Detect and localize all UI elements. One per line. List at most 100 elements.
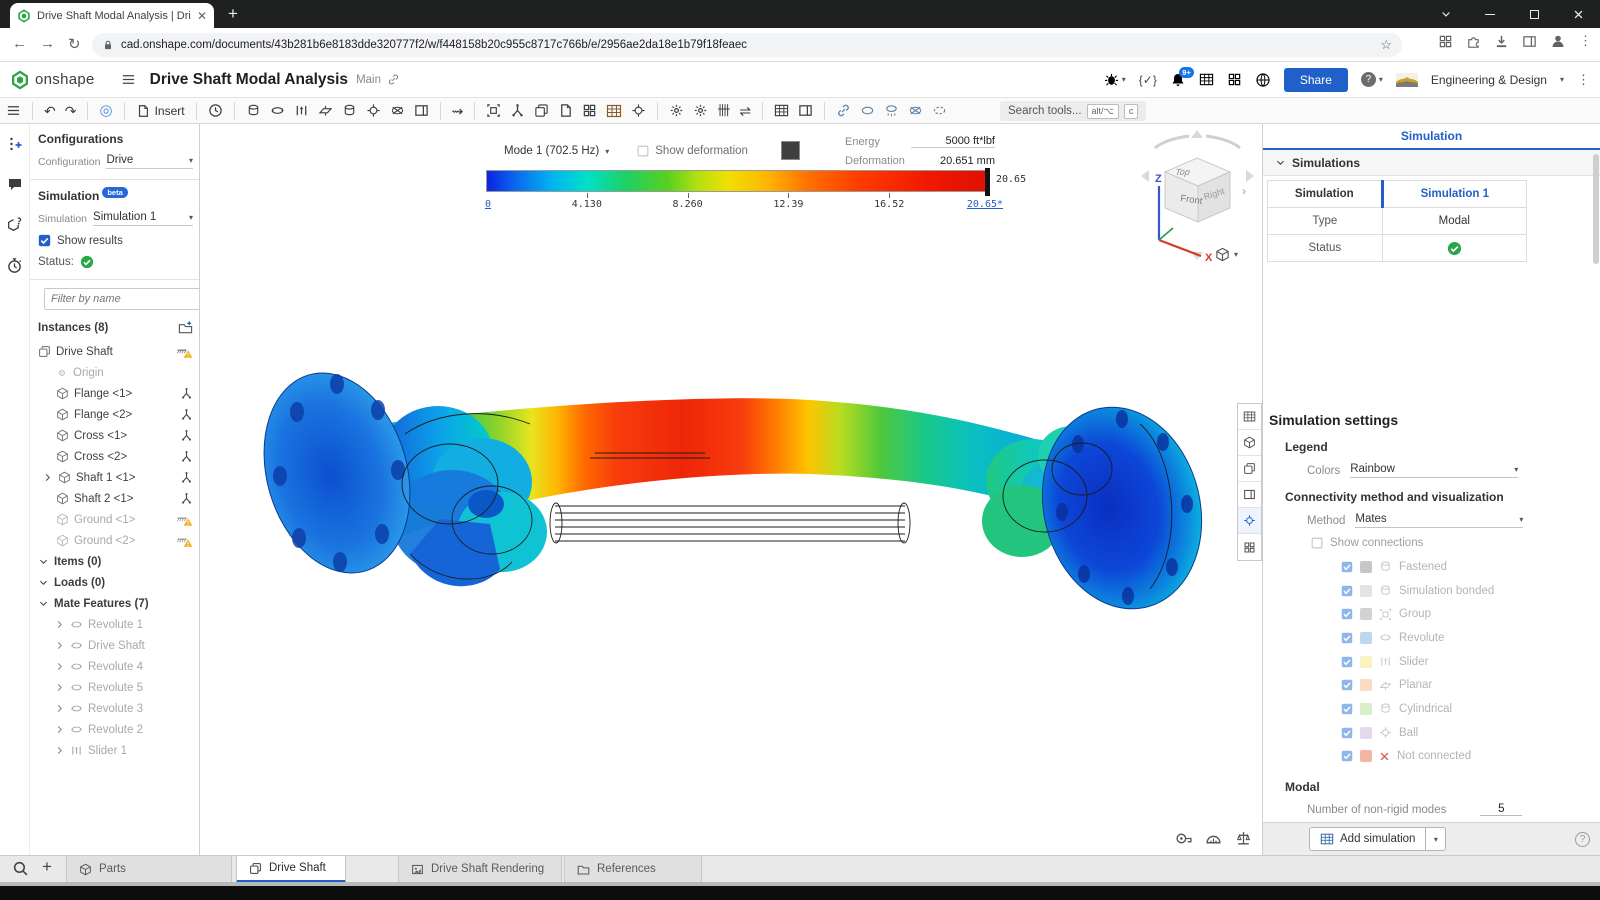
- pin-slot-mate-icon[interactable]: [390, 103, 405, 118]
- search-tabs-icon[interactable]: [12, 860, 29, 877]
- mate-row-revolute-3[interactable]: Revolute 3: [38, 698, 193, 719]
- connection-checkbox[interactable]: [1341, 703, 1353, 715]
- connection-checkbox[interactable]: [1341, 727, 1353, 739]
- parts-panel-icon[interactable]: [1238, 430, 1261, 456]
- maximize-button[interactable]: [1512, 0, 1556, 28]
- mass-properties-icon[interactable]: [1235, 830, 1252, 847]
- hamburger-menu-icon[interactable]: [121, 72, 136, 87]
- close-button[interactable]: [1556, 0, 1600, 28]
- mate-row-slider-1[interactable]: Slider 1: [38, 740, 193, 761]
- named-views-icon[interactable]: [774, 103, 789, 118]
- notifications-bell-icon[interactable]: 9+: [1170, 72, 1186, 88]
- forward-icon[interactable]: →: [40, 35, 55, 52]
- mate-connector-icon[interactable]: [510, 103, 525, 118]
- add-folder-icon[interactable]: [178, 320, 193, 335]
- mate-row-revolute-1[interactable]: Revolute 1: [38, 614, 193, 635]
- snap-mode-icon[interactable]: ⇝: [452, 104, 464, 118]
- configuration-dropdown[interactable]: Drive▾: [106, 154, 193, 169]
- help-menu[interactable]: ? ▾: [1361, 72, 1383, 87]
- connection-checkbox[interactable]: [1341, 608, 1353, 620]
- mate-tripod-icon[interactable]: [180, 450, 193, 463]
- belt-icon[interactable]: ⇌: [739, 104, 751, 118]
- mesh-panel-icon[interactable]: [1238, 534, 1261, 560]
- sim-pressure-icon[interactable]: [884, 103, 899, 118]
- deformation-value[interactable]: 20.651 mm: [911, 155, 995, 167]
- onshape-logo-icon[interactable]: [10, 70, 30, 90]
- tab-search-icon[interactable]: [1424, 0, 1468, 28]
- connection-checkbox[interactable]: [1341, 561, 1353, 573]
- side-panel-icon[interactable]: [1522, 34, 1537, 49]
- parallel-mate-icon[interactable]: [414, 103, 429, 118]
- mate-row-revolute-2[interactable]: Revolute 2: [38, 719, 193, 740]
- downloads-icon[interactable]: [1494, 34, 1509, 49]
- gear-feature-icon[interactable]: [669, 103, 684, 118]
- report-panel-icon[interactable]: [1238, 404, 1261, 430]
- show-deformation-checkbox[interactable]: [637, 145, 649, 157]
- view-options-dropdown[interactable]: ▾: [1215, 247, 1238, 262]
- expand-chevron-icon[interactable]: [54, 640, 65, 651]
- performance-timer-icon[interactable]: [6, 257, 23, 274]
- tree-row-shaft-1[interactable]: Shaft 1 <1>: [38, 467, 193, 488]
- assembly-pattern-icon[interactable]: [582, 103, 597, 118]
- version-check-icon[interactable]: {✓}: [1139, 73, 1157, 87]
- back-icon[interactable]: ←: [12, 35, 27, 52]
- fastened-mate-icon[interactable]: [246, 103, 261, 118]
- bom-table-icon[interactable]: [606, 103, 622, 119]
- tab-close-icon[interactable]: ✕: [197, 9, 207, 23]
- revolute-mate-icon[interactable]: [270, 103, 285, 118]
- mate-tripod-icon[interactable]: [180, 492, 193, 505]
- share-button[interactable]: Share: [1284, 68, 1348, 92]
- section-loads[interactable]: Loads (0): [38, 572, 193, 593]
- share-link-icon[interactable]: [387, 73, 400, 86]
- tree-row-assembly-root[interactable]: Drive Shaft: [38, 341, 193, 362]
- tab-drive-shaft[interactable]: Drive Shaft: [236, 856, 346, 883]
- cylindrical-mate-icon[interactable]: [342, 103, 357, 118]
- group-icon[interactable]: [486, 103, 501, 118]
- debug-menu[interactable]: ▾: [1104, 72, 1126, 87]
- new-tab-button[interactable]: +: [228, 4, 238, 24]
- browser-menu-icon[interactable]: ⋮: [1579, 33, 1592, 49]
- header-overflow-icon[interactable]: ⋮: [1577, 72, 1590, 88]
- ball-mate-icon[interactable]: [366, 103, 381, 118]
- feature-list-toggle-icon[interactable]: [6, 103, 21, 118]
- protractor-icon[interactable]: [1205, 830, 1222, 847]
- mate-tripod-icon[interactable]: [180, 429, 193, 442]
- minimize-button[interactable]: [1468, 0, 1512, 28]
- apps-grid-icon[interactable]: [1227, 72, 1242, 87]
- appearance-panel-icon[interactable]: [1238, 456, 1261, 482]
- profile-avatar-icon[interactable]: [1550, 33, 1566, 49]
- show-deformation-control[interactable]: Show deformation: [637, 145, 748, 157]
- tape-measure-icon[interactable]: [1175, 830, 1192, 847]
- reload-icon[interactable]: ↻: [68, 35, 81, 53]
- method-dropdown[interactable]: Mates▾: [1355, 513, 1523, 528]
- show-connections-checkbox[interactable]: [1311, 537, 1323, 549]
- replicate-icon[interactable]: [534, 103, 549, 118]
- search-tools[interactable]: Search tools... alt/⌥ c: [1000, 101, 1146, 121]
- mate-row-drive-shaft[interactable]: Drive Shaft: [38, 635, 193, 656]
- legend-max-marker[interactable]: [985, 168, 990, 196]
- expand-chevron-icon[interactable]: [54, 724, 65, 735]
- slider-mate-icon[interactable]: [294, 103, 309, 118]
- workspace-label[interactable]: Main: [356, 74, 381, 86]
- tree-row-shaft-2[interactable]: Shaft 2 <1>: [38, 488, 193, 509]
- tab-drive-shaft-rendering[interactable]: Drive Shaft Rendering: [398, 856, 562, 883]
- expand-chevron-icon[interactable]: [54, 661, 65, 672]
- redo-icon[interactable]: ↷: [65, 104, 77, 118]
- sim-gravity-icon[interactable]: [932, 103, 947, 118]
- bookmark-star-icon[interactable]: ☆: [1380, 37, 1392, 53]
- filter-input[interactable]: [44, 288, 200, 310]
- learning-cube-icon[interactable]: [6, 216, 23, 233]
- tree-row-cross-2[interactable]: Cross <2>: [38, 446, 193, 467]
- expand-chevron-icon[interactable]: [54, 703, 65, 714]
- section-mate-features[interactable]: Mate Features (7): [38, 593, 193, 614]
- extension-grid-icon[interactable]: [1438, 34, 1453, 49]
- tab-references[interactable]: References: [564, 856, 702, 883]
- add-tab-icon[interactable]: +: [42, 857, 52, 877]
- sim-bolt-load-icon[interactable]: [836, 103, 851, 118]
- planar-mate-icon[interactable]: [318, 103, 333, 118]
- result-color-legend[interactable]: [486, 170, 990, 192]
- community-globe-icon[interactable]: [1255, 72, 1271, 88]
- insert-feature-icon[interactable]: [558, 103, 573, 118]
- tree-row-flange-1[interactable]: Flange <1>: [38, 383, 193, 404]
- tab-parts[interactable]: Parts: [66, 856, 232, 883]
